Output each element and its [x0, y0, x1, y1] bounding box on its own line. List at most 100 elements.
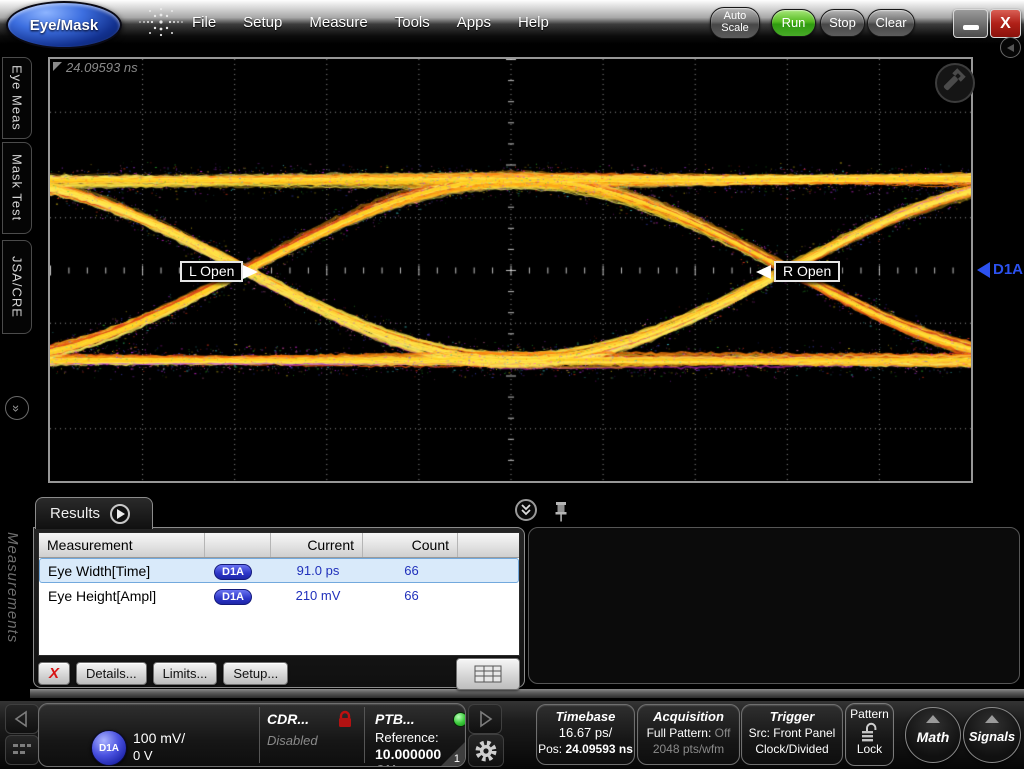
- run-button[interactable]: Run: [771, 9, 816, 37]
- l-open-marker[interactable]: L Open: [180, 261, 243, 282]
- measurement-dock-panel: [528, 527, 1020, 684]
- limits-button[interactable]: Limits...: [153, 662, 218, 685]
- right-triangle-icon: [474, 708, 496, 730]
- results-collapse-button[interactable]: [515, 499, 537, 521]
- panel-collapse-arrow-button[interactable]: [1000, 37, 1021, 58]
- results-row[interactable]: Eye Width[Time]D1A91.0 ps66: [39, 558, 519, 583]
- timebase-readout: 24.09593 ns: [66, 60, 138, 75]
- column-header-measurement[interactable]: Measurement: [39, 533, 205, 557]
- acquisition-points: 2048 pts/wfm: [653, 742, 724, 756]
- clear-button[interactable]: Clear: [867, 9, 915, 37]
- count-value: 66: [364, 563, 459, 578]
- column-header-count[interactable]: Count: [363, 533, 458, 557]
- title-bar: Eye/Mask FileSetupMeasureToolsAppsHelp A…: [0, 0, 1024, 44]
- source-badge: D1A: [206, 587, 272, 605]
- delete-measurement-button[interactable]: X: [38, 662, 70, 685]
- channel-offset[interactable]: 0 V: [133, 748, 153, 763]
- column-header-current[interactable]: Current: [271, 533, 363, 557]
- current-value: 91.0 ps: [272, 563, 364, 578]
- cdr-lock-icon: [337, 710, 353, 728]
- count-value: 66: [364, 588, 459, 603]
- menu-item-help[interactable]: Help: [518, 14, 549, 31]
- pattern-lock-button[interactable]: Pattern Lock: [845, 703, 894, 766]
- signal-grid-button[interactable]: [5, 735, 39, 765]
- sidebar-tab-jsa-cre[interactable]: JSA/CRE: [2, 240, 32, 334]
- minimize-button[interactable]: [953, 9, 988, 38]
- sidebar-expand-button[interactable]: »: [5, 396, 29, 420]
- ptb-reference-label: Reference:: [375, 730, 439, 745]
- channel-scale[interactable]: 100 mV/: [133, 730, 185, 746]
- grid-icon: [11, 741, 33, 759]
- channel-marker-d1a[interactable]: D1A: [977, 261, 1023, 278]
- pattern-lock-label-top: Pattern: [850, 707, 889, 721]
- timebase-position: Pos: 24.09593 ns: [538, 742, 633, 756]
- waveform-graticule[interactable]: 24.09593 ns L Open R Open: [48, 57, 973, 483]
- r-open-arrow-icon[interactable]: [756, 265, 771, 279]
- channel-marker-label: D1A: [993, 261, 1023, 278]
- table-grid-icon: [474, 665, 502, 683]
- sidebar-tab-mask-test[interactable]: Mask Test: [2, 142, 32, 234]
- menu-item-tools[interactable]: Tools: [395, 14, 430, 31]
- results-rows: Eye Width[Time]D1A91.0 ps66Eye Height[Am…: [39, 558, 519, 608]
- menu-item-setup[interactable]: Setup: [243, 14, 282, 31]
- results-tab[interactable]: Results: [35, 497, 153, 529]
- trigger-panel[interactable]: Trigger Src: Front Panel Clock/Divided: [741, 704, 843, 765]
- math-button[interactable]: Math: [905, 707, 961, 763]
- table-view-button[interactable]: [456, 658, 520, 690]
- results-window: Results Measurement Current Count Eye Wi…: [33, 497, 525, 688]
- signals-up-arrow-icon: [985, 715, 999, 723]
- results-frame: Measurement Current Count Eye Width[Time…: [33, 527, 525, 688]
- details-button[interactable]: Details...: [76, 662, 147, 685]
- minimize-icon: [963, 25, 979, 30]
- timebase-marker-icon: [53, 62, 62, 71]
- menu-bar: File Setup Measure Tools Apps Help: [192, 0, 549, 44]
- source-badge: D1A: [206, 562, 272, 580]
- panel-page-number: 1: [454, 753, 460, 765]
- timebase-panel[interactable]: Timebase 16.67 ps/ Pos: 24.09593 ns: [536, 704, 635, 765]
- r-open-marker[interactable]: R Open: [774, 261, 840, 282]
- timebase-pos-label: Pos:: [538, 742, 562, 756]
- settings-gear-button[interactable]: [468, 734, 504, 767]
- next-signal-button[interactable]: [468, 704, 502, 734]
- results-button-row: X Details... Limits... Setup...: [38, 660, 520, 687]
- auto-scale-button[interactable]: Auto Scale: [710, 7, 760, 39]
- close-button[interactable]: X: [990, 9, 1021, 38]
- acquisition-panel[interactable]: Acquisition Full Pattern: Off 2048 pts/w…: [637, 704, 740, 765]
- double-chevron-down-icon: [519, 503, 533, 517]
- column-header-source[interactable]: [205, 533, 271, 557]
- pin-icon[interactable]: [552, 500, 570, 522]
- sidebar-tab-eye-meas[interactable]: Eye Meas: [2, 57, 32, 139]
- results-row[interactable]: Eye Height[Ampl]D1A210 mV66: [39, 583, 519, 608]
- menu-item-apps[interactable]: Apps: [457, 14, 491, 31]
- spark-logo-icon: [138, 4, 184, 40]
- stop-button[interactable]: Stop: [820, 9, 865, 37]
- acquisition-pattern-label: Full Pattern:: [647, 726, 712, 740]
- column-header-filler: [458, 533, 519, 557]
- signal-dock-panel: D1A 100 mV/ 0 V CDR... Disabled PTB... R…: [38, 703, 466, 767]
- results-play-button[interactable]: [110, 504, 130, 524]
- lock-open-icon: [859, 722, 881, 742]
- timebase-title: Timebase: [556, 709, 616, 724]
- menu-item-measure[interactable]: Measure: [309, 14, 367, 31]
- graticule-tools-button[interactable]: [935, 63, 975, 103]
- channel-badge-d1a[interactable]: D1A: [91, 730, 127, 766]
- l-open-arrow-icon[interactable]: [243, 265, 258, 279]
- gear-icon: [473, 738, 499, 764]
- prev-signal-button[interactable]: [5, 704, 39, 734]
- acquisition-title: Acquisition: [653, 709, 724, 724]
- status-bar: D1A 100 mV/ 0 V CDR... Disabled PTB... R…: [0, 700, 1024, 769]
- wrench-icon: [937, 65, 969, 97]
- current-value: 210 mV: [272, 588, 364, 603]
- results-table[interactable]: Measurement Current Count Eye Width[Time…: [38, 532, 520, 656]
- left-arrow-icon: [1007, 44, 1014, 52]
- setup-button[interactable]: Setup...: [223, 662, 288, 685]
- eye-mask-mode-badge[interactable]: Eye/Mask: [6, 1, 122, 49]
- timebase-pos-value: 24.09593 ns: [565, 742, 632, 756]
- menu-item-file[interactable]: File: [192, 14, 216, 31]
- panel-divider: [364, 707, 365, 763]
- trigger-mode: Clock/Divided: [755, 742, 828, 756]
- ptb-title[interactable]: PTB...: [375, 711, 415, 727]
- cdr-title[interactable]: CDR...: [267, 711, 309, 727]
- signals-label: Signals: [969, 729, 1015, 744]
- signals-button[interactable]: Signals: [963, 707, 1021, 763]
